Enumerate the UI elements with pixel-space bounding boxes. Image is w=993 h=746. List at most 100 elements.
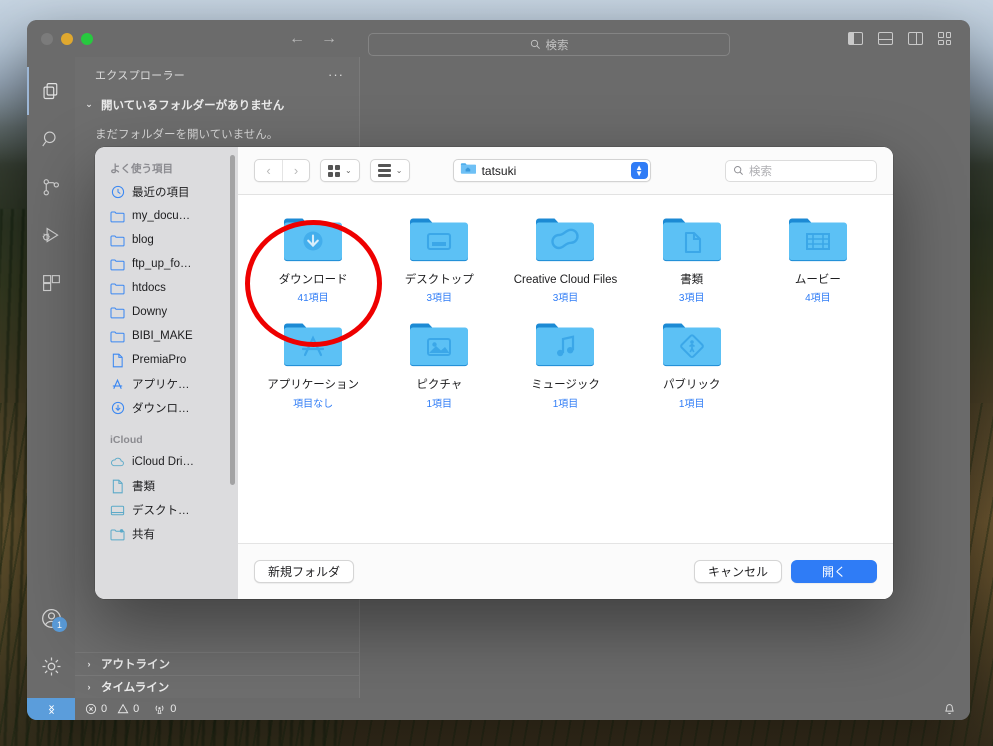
- bell-icon[interactable]: [943, 703, 956, 716]
- folder-icon: [110, 281, 125, 296]
- chevron-down-icon: ⌄: [395, 166, 403, 175]
- file-item-applications[interactable]: アプリケーション 項目なし: [250, 316, 376, 410]
- zoom-window-button[interactable]: [81, 32, 93, 45]
- file-item-count: 1項目: [678, 398, 705, 410]
- view-mode-button[interactable]: ⌄: [320, 159, 360, 182]
- sidebar-item-downy[interactable]: Downy: [95, 300, 238, 324]
- file-item-pictures[interactable]: ピクチャ 1項目: [376, 316, 502, 410]
- grid-view-icon: [328, 164, 340, 177]
- go-back-icon[interactable]: ←: [289, 30, 305, 48]
- dialog-search-field[interactable]: 検索: [724, 159, 877, 182]
- arrange-button[interactable]: ⌄: [369, 159, 411, 182]
- sidebar-item-shared[interactable]: 共有: [95, 522, 238, 546]
- creative-cloud-folder-icon: [536, 218, 595, 262]
- icloud-icon: [110, 455, 125, 470]
- toggle-panel-icon[interactable]: [878, 32, 893, 45]
- outline-label: アウトライン: [101, 659, 170, 671]
- sidebar-item-premiapro[interactable]: PremiaPro: [95, 348, 238, 372]
- dialog-main: ‹ › ⌄ ⌄ tatsuki ▲ ▼ 検索 ダウンロード 41項目 デスクトッ…: [238, 147, 893, 599]
- sidebar-group-title-icloud: iCloud: [110, 434, 143, 446]
- file-browser-content[interactable]: ダウンロード 41項目 デスクトップ 3項目 Creative Cloud Fi…: [238, 195, 893, 543]
- sidebar-item-extensions[interactable]: [27, 259, 75, 307]
- file-item-count: 4項目: [805, 293, 831, 305]
- file-item-documents[interactable]: 書類 3項目: [629, 211, 755, 304]
- file-item-downloads[interactable]: ダウンロード 41項目: [250, 211, 376, 304]
- sidebar-item-recents[interactable]: 最近の項目: [95, 180, 238, 204]
- document-icon: [110, 479, 125, 494]
- files-icon: [42, 82, 57, 99]
- chevron-right-icon: ›: [87, 682, 91, 692]
- sidebar-item-documents[interactable]: 書類: [95, 474, 238, 498]
- sidebar-item-ftp-up-fo[interactable]: ftp_up_fo…: [95, 252, 238, 276]
- sidebar-item-icloud-drive[interactable]: iCloud Dri…: [95, 450, 238, 474]
- ports-status[interactable]: 0: [153, 703, 176, 715]
- toggle-primary-sidebar-icon[interactable]: [848, 32, 863, 45]
- sidebar-item-downloads[interactable]: ダウンロ…: [95, 396, 238, 420]
- sidebar-item-label: ftp_up_fo…: [132, 258, 192, 270]
- timeline-section[interactable]: › タイムライン: [75, 675, 359, 698]
- window-traffic-lights[interactable]: [27, 32, 93, 45]
- file-item-label: デスクトップ: [404, 274, 474, 286]
- file-item-creative-cloud-files[interactable]: Creative Cloud Files 3項目: [502, 211, 628, 304]
- file-item-public[interactable]: パブリック 1項目: [629, 316, 755, 410]
- account-badge: 1: [52, 617, 67, 632]
- file-item-count: 1項目: [552, 398, 579, 410]
- sidebar-item-source-control[interactable]: [27, 163, 75, 211]
- toggle-secondary-sidebar-icon[interactable]: [908, 32, 923, 45]
- command-center-search[interactable]: 検索: [368, 33, 730, 56]
- layout-controls[interactable]: [848, 20, 953, 57]
- sidebar-item-search[interactable]: [27, 115, 75, 163]
- file-item-count: 項目なし: [293, 398, 334, 410]
- sidebar-item-label: デスクト…: [132, 505, 190, 517]
- explorer-more-actions[interactable]: ···: [328, 67, 344, 82]
- file-item-music[interactable]: ミュージック 1項目: [502, 316, 628, 410]
- music-folder-icon: [536, 323, 595, 367]
- sidebar-item-label: htdocs: [132, 282, 166, 294]
- outline-section[interactable]: › アウトライン: [75, 652, 359, 675]
- editor-navigation[interactable]: ← →: [289, 20, 337, 57]
- customize-layout-icon[interactable]: [938, 32, 953, 45]
- cancel-button[interactable]: キャンセル: [693, 560, 782, 583]
- sidebar-item-run-debug[interactable]: [27, 211, 75, 259]
- dialog-toolbar: ‹ › ⌄ ⌄ tatsuki ▲ ▼ 検索: [238, 147, 893, 195]
- remote-indicator-button[interactable]: [27, 698, 75, 720]
- desktop-icon: [110, 503, 125, 518]
- activity-bar: 1: [27, 57, 75, 698]
- shared-folder-icon: [110, 527, 125, 542]
- documents-folder-icon: [662, 218, 721, 262]
- close-window-button[interactable]: [41, 32, 53, 45]
- ports-count: 0: [170, 703, 177, 715]
- navigation-segmented-control[interactable]: ‹ ›: [254, 159, 310, 182]
- applications-icon: [110, 377, 125, 392]
- no-folder-opened-section[interactable]: ⌄ 開いているフォルダーがありません: [75, 92, 359, 117]
- sidebar-item-explorer[interactable]: [27, 67, 75, 115]
- path-stepper-icon[interactable]: ▲ ▼: [630, 162, 648, 179]
- accounts-button[interactable]: 1: [27, 594, 75, 642]
- file-item-desktop[interactable]: デスクトップ 3項目: [376, 211, 502, 304]
- forward-button[interactable]: ›: [282, 160, 309, 181]
- sidebar-scrollbar[interactable]: [230, 155, 235, 485]
- open-button[interactable]: 開く: [791, 560, 877, 583]
- dialog-sidebar: よく使う項目 最近の項目 my_docu… blog ftp_up_fo… ht…: [95, 147, 238, 599]
- file-item-count: 3項目: [678, 293, 705, 305]
- path-popup-button[interactable]: tatsuki ▲ ▼: [452, 159, 651, 182]
- sidebar-item-applications[interactable]: アプリケ…: [95, 372, 238, 396]
- sidebar-item-blog[interactable]: blog: [95, 228, 238, 252]
- file-item-movies[interactable]: ムービー 4項目: [755, 211, 881, 304]
- sidebar-item-desktop[interactable]: デスクト…: [95, 498, 238, 522]
- pictures-folder-icon: [410, 323, 469, 367]
- go-forward-icon[interactable]: →: [321, 30, 337, 48]
- problems-status[interactable]: 0 0: [85, 703, 139, 715]
- applications-folder-icon: [284, 323, 343, 367]
- sidebar-item-my-docu[interactable]: my_docu…: [95, 204, 238, 228]
- file-item-label: パブリック: [662, 379, 721, 392]
- sidebar-item-htdocs[interactable]: htdocs: [95, 276, 238, 300]
- back-button[interactable]: ‹: [255, 160, 282, 181]
- document-icon: [110, 353, 125, 368]
- sidebar-item-bibi-make[interactable]: BIBI_MAKE: [95, 324, 238, 348]
- sidebar-item-label: blog: [132, 234, 154, 246]
- minimize-window-button[interactable]: [61, 32, 73, 45]
- manage-settings-button[interactable]: [27, 642, 75, 690]
- folder-icon: [110, 209, 125, 224]
- new-folder-button[interactable]: 新規フォルダ: [254, 560, 355, 583]
